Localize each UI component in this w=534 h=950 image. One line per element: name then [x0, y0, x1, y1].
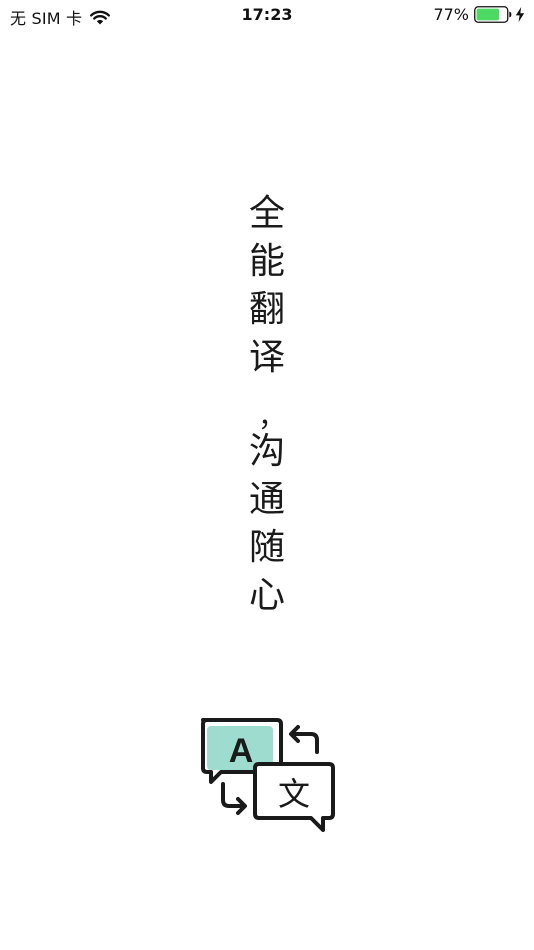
slogan-char: 通 [248, 479, 285, 520]
slogan-comma: ， [257, 400, 286, 433]
slogan-char: 沟 [248, 431, 285, 472]
slogan-char: 全 [248, 193, 285, 234]
translate-icon: A 文 [195, 712, 340, 837]
battery-icon [474, 6, 512, 23]
battery-percentage: 77% [433, 5, 469, 24]
slogan-char: 译 [248, 337, 285, 378]
slogan-char: 能 [248, 241, 285, 282]
lightning-bolt-icon [512, 7, 525, 22]
letter-a: A [229, 732, 254, 770]
slogan-char: 随 [248, 527, 285, 568]
slogan-char: 心 [248, 575, 285, 616]
slogan: 全 能 翻 译 ， 沟 通 随 心 [245, 190, 289, 620]
slogan-char: 翻 [248, 289, 285, 330]
letter-wen: 文 [278, 775, 310, 813]
status-bar: 无 SIM 卡 17:23 77% [0, 0, 534, 30]
status-right: 77% [433, 5, 525, 24]
